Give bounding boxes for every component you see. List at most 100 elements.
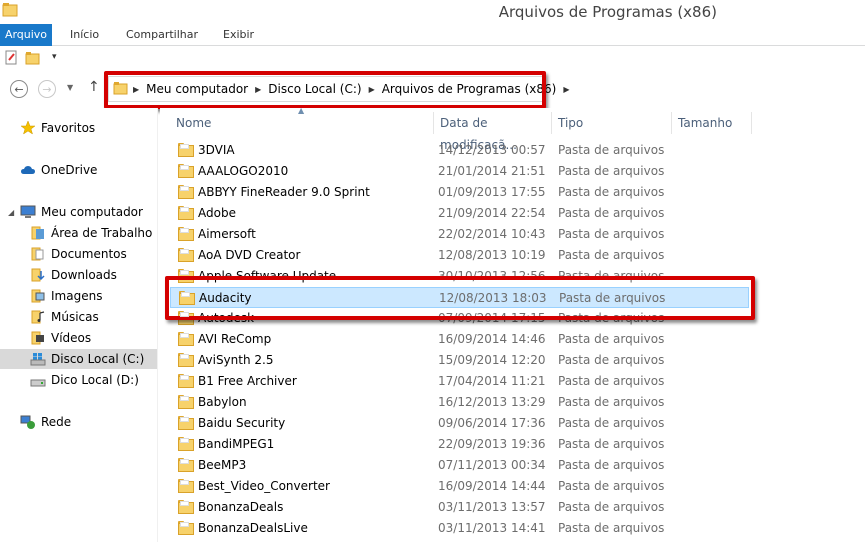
file-name: Autodesk (198, 311, 255, 325)
file-row[interactable]: BandiMPEG1 22/09/2013 19:36 Pasta de arqui… (170, 434, 749, 455)
column-header-date[interactable]: Data de modificaçã... (434, 112, 552, 152)
breadcrumb-separator-icon[interactable]: ▶ (369, 85, 375, 94)
column-header-type[interactable]: Tipo (552, 112, 672, 134)
nav-videos[interactable]: Vídeos (30, 328, 91, 348)
folder-icon (30, 267, 46, 283)
file-date: 21/01/2014 21:51 (438, 164, 546, 178)
file-row[interactable]: Best_Video_Converter 16/09/2014 14:44 Past… (170, 476, 749, 497)
nav-documents-label: Documentos (51, 247, 127, 261)
column-header-size[interactable]: Tamanho (672, 112, 752, 134)
nav-favorites[interactable]: Favoritos (20, 118, 95, 138)
file-row[interactable]: BonanzaDeals 03/11/2013 13:57 Pasta de arq… (170, 497, 749, 518)
nav-onedrive-label: OneDrive (41, 163, 98, 177)
file-row[interactable]: ABBYY FineReader 9.0 Sprint 01/09/2013 17… (170, 182, 749, 203)
file-row[interactable]: B1 Free Archiver 17/04/2014 11:21 Pasta de… (170, 371, 749, 392)
file-row[interactable]: Aimersoft 22/02/2014 10:43 Pasta de arquiv… (170, 224, 749, 245)
folder-icon (30, 246, 46, 262)
file-type: Pasta de arquivos (558, 458, 665, 472)
nav-documents[interactable]: Documentos (30, 244, 127, 264)
new-folder-icon[interactable] (25, 50, 41, 69)
folder-icon (113, 81, 129, 98)
file-type: Pasta de arquivos (558, 395, 665, 409)
file-type: Pasta de arquivos (558, 206, 665, 220)
breadcrumb-disk-c[interactable]: Disco Local (C:) (268, 82, 361, 96)
expander-icon[interactable]: ◢ (8, 208, 14, 217)
file-date: 17/04/2014 11:21 (438, 374, 546, 388)
nav-pictures-label: Imagens (51, 289, 103, 303)
recent-locations-dropdown[interactable]: ▼ (67, 83, 73, 92)
address-bar[interactable]: ▶ Meu computador ▶ Disco Local (C:) ▶ Ar… (108, 76, 569, 102)
file-row[interactable]: Apple Software Update 30/10/2013 12:56 Pas… (170, 266, 749, 287)
tab-compartilhar[interactable]: Compartilhar (118, 24, 206, 46)
breadcrumb-computer[interactable]: Meu computador (146, 82, 248, 96)
nav-downloads[interactable]: Downloads (30, 265, 117, 285)
file-name: AVI ReComp (198, 332, 272, 346)
file-date: 12/08/2013 18:03 (439, 291, 547, 305)
file-row[interactable]: Audacity 12/08/2013 18:03 Pasta de arquivo… (170, 287, 749, 308)
forward-button[interactable]: → (38, 80, 56, 98)
nav-pictures[interactable]: Imagens (30, 286, 102, 306)
file-date: 16/09/2014 14:46 (438, 332, 546, 346)
file-name: AviSynth 2.5 (198, 353, 274, 367)
file-date: 01/09/2013 17:55 (438, 185, 546, 199)
file-row[interactable]: BeeMP3 07/11/2013 00:34 Pasta de arquivos (170, 455, 749, 476)
file-type: Pasta de arquivos (558, 521, 665, 535)
file-type: Pasta de arquivos (559, 291, 666, 305)
nav-network-label: Rede (41, 415, 72, 429)
file-date: 14/12/2013 00:57 (438, 143, 546, 157)
folder-icon (178, 143, 194, 157)
tab-exibir[interactable]: Exibir (215, 24, 262, 46)
file-row[interactable]: AviSynth 2.5 15/09/2014 12:20 Pasta de arq… (170, 350, 749, 371)
folder-icon (178, 374, 194, 388)
folder-icon (178, 185, 194, 199)
file-row[interactable]: 3DVIA 14/12/2013 00:57 Pasta de arquivos (170, 140, 749, 161)
nav-disk-d[interactable]: Dico Local (D:) (30, 370, 139, 390)
file-type: Pasta de arquivos (558, 164, 665, 178)
file-date: 07/09/2014 17:15 (438, 311, 546, 325)
file-row[interactable]: BonanzaDealsLive 03/11/2013 14:41 Pasta de… (170, 518, 749, 539)
folder-icon (178, 269, 194, 283)
folder-icon (178, 227, 194, 241)
file-row[interactable]: AAALOGO2010 21/01/2014 21:51 Pasta de arqu… (170, 161, 749, 182)
file-row[interactable]: AVI ReComp 16/09/2014 14:46 Pasta de arqui… (170, 329, 749, 350)
folder-icon (178, 332, 194, 346)
quick-access-toolbar: ▾ (0, 46, 865, 70)
file-row[interactable]: Baidu Security 09/06/2014 17:36 Pasta de a… (170, 413, 749, 434)
up-button[interactable]: ↑ (88, 79, 100, 95)
network-icon (20, 414, 36, 430)
folder-icon (178, 521, 194, 535)
nav-music[interactable]: Músicas (30, 307, 99, 327)
tab-inicio[interactable]: Início (62, 24, 107, 46)
file-name: BeeMP3 (198, 458, 247, 472)
file-date: 15/09/2014 12:20 (438, 353, 546, 367)
file-row[interactable]: Babylon 16/12/2013 13:29 Pasta de arquivos (170, 392, 749, 413)
breadcrumb-separator-icon[interactable]: ▶ (255, 85, 261, 94)
properties-icon[interactable] (5, 50, 19, 69)
file-type: Pasta de arquivos (558, 311, 665, 325)
breadcrumb-separator-icon[interactable]: ▶ (563, 85, 569, 94)
file-type: Pasta de arquivos (558, 374, 665, 388)
nav-videos-label: Vídeos (51, 331, 92, 345)
file-row[interactable]: Adobe 21/09/2014 22:54 Pasta de arquivos (170, 203, 749, 224)
windows-drive-icon (30, 351, 46, 367)
nav-network[interactable]: Rede (20, 412, 71, 432)
file-row[interactable]: Autodesk 07/09/2014 17:15 Pasta de arquivo… (170, 308, 749, 329)
tab-arquivo[interactable]: Arquivo (0, 24, 52, 46)
breadcrumb-program-files-x86[interactable]: Arquivos de Programas (x86) (382, 82, 557, 96)
back-button[interactable]: ← (10, 80, 28, 98)
nav-disk-c[interactable]: Disco Local (C:) (0, 349, 157, 369)
nav-computer[interactable]: Meu computador (20, 202, 143, 222)
customize-toolbar-icon[interactable]: ▾ (52, 52, 57, 62)
file-list: ▲ Nome Data de modificaçã... Tipo Tamanh… (160, 106, 865, 542)
file-type: Pasta de arquivos (558, 437, 665, 451)
nav-favorites-label: Favoritos (41, 121, 96, 135)
nav-disk-d-label: Dico Local (D:) (51, 373, 139, 387)
file-row[interactable]: AoA DVD Creator 12/08/2013 10:19 Pasta de … (170, 245, 749, 266)
breadcrumb-separator-icon[interactable]: ▶ (133, 85, 139, 94)
nav-onedrive[interactable]: OneDrive (20, 160, 97, 180)
file-type: Pasta de arquivos (558, 269, 665, 283)
nav-desktop[interactable]: Área de Trabalho (30, 223, 152, 243)
file-name: Baidu Security (198, 416, 286, 430)
column-header-name[interactable]: Nome (170, 112, 434, 134)
computer-icon (20, 204, 36, 220)
